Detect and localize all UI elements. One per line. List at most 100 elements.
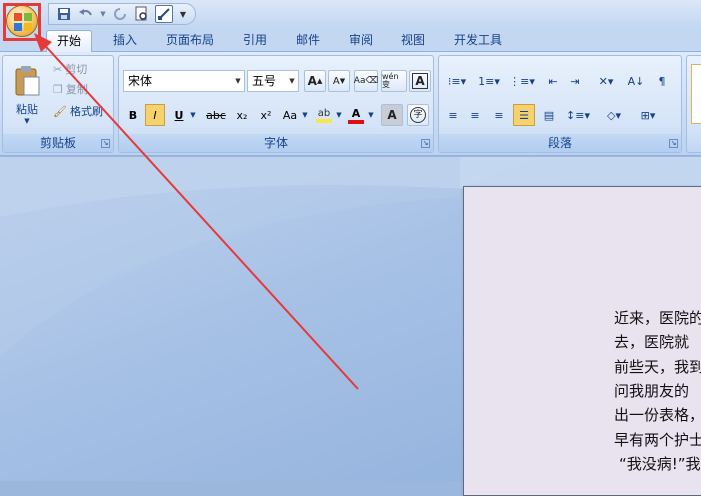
print-preview-icon[interactable] (133, 5, 151, 23)
font-launcher-icon[interactable]: ↘ (421, 139, 430, 148)
change-case-dropdown-icon[interactable]: ▼ (301, 104, 309, 126)
align-center-button[interactable]: ≡ (465, 104, 485, 126)
numbering-button[interactable]: 1≡▾ (475, 70, 503, 92)
paste-dropdown-icon[interactable]: ▼ (24, 117, 29, 125)
underline-dropdown-icon[interactable]: ▼ (189, 104, 197, 126)
align-right-button[interactable]: ≡ (489, 104, 509, 126)
draw-table-icon[interactable] (155, 5, 173, 23)
tab-home[interactable]: 开始 (46, 30, 93, 52)
char-shading-icon: A (387, 108, 397, 122)
tab-insert[interactable]: 插入 (103, 30, 147, 52)
customize-qat-icon[interactable]: ▼ (177, 5, 189, 23)
font-size-dropdown-icon[interactable]: ▼ (286, 71, 298, 91)
font-name-dropdown-icon[interactable]: ▼ (232, 71, 244, 91)
tab-references[interactable]: 引用 (233, 30, 277, 52)
char-border-icon: A (412, 73, 428, 89)
borders-button[interactable]: ⊞▾ (633, 104, 663, 126)
align-center-icon: ≡ (470, 108, 480, 122)
distributed-button[interactable]: ▤ (539, 104, 559, 126)
ribbon-tabs: 开始 插入 页面布局 引用 邮件 审阅 视图 开发工具 (0, 28, 701, 52)
document-page[interactable]: 近来，医院的 去，医院就 前些天，我到 问我朋友的 出一份表格， 早有两个护士 … (463, 186, 701, 496)
copy-button[interactable]: ❐ 复制 (53, 80, 88, 98)
strikethrough-button[interactable]: abc (203, 104, 229, 126)
sort-button[interactable]: A↓ (625, 70, 647, 92)
increase-indent-icon: ⇥ (570, 74, 580, 88)
font-group-label: 字体 (119, 134, 433, 152)
italic-button[interactable]: I (145, 104, 165, 126)
clear-format-icon: Aa⌫ (353, 76, 379, 86)
clear-format-button[interactable]: Aa⌫ (354, 70, 378, 92)
font-name-value: 宋体 (128, 74, 153, 88)
char-shading-button[interactable]: A (381, 104, 403, 126)
cut-button[interactable]: ✂ 剪切 (53, 60, 87, 78)
tab-mailings[interactable]: 邮件 (286, 30, 330, 52)
align-left-button[interactable]: ≡ (443, 104, 463, 126)
numbering-icon: 1≡▾ (478, 74, 500, 88)
phonetic-guide-icon: wén 变 (382, 72, 399, 89)
shrink-font-icon: A (332, 75, 340, 87)
tab-page-layout[interactable]: 页面布局 (156, 30, 224, 52)
grow-font-icon: A (307, 74, 317, 88)
brush-icon: 🖌 (53, 104, 67, 118)
copy-label: 复制 (65, 83, 88, 96)
bullets-button[interactable]: ⁝≡▾ (443, 70, 471, 92)
quick-access-toolbar: ▼ ▼ (48, 3, 196, 25)
highlight-dropdown-icon[interactable]: ▼ (335, 104, 343, 126)
bold-button[interactable]: B (123, 104, 143, 126)
format-painter-button[interactable]: 🖌 格式刷 (53, 102, 103, 120)
align-left-icon: ≡ (448, 108, 458, 122)
grow-font-button[interactable]: A ▲ (304, 70, 326, 92)
tab-review[interactable]: 审阅 (339, 30, 383, 52)
chinese-layout-icon: ✕▾ (598, 74, 614, 88)
highlight-button[interactable]: ab (313, 104, 335, 126)
paste-icon (15, 66, 40, 96)
font-color-bar (348, 119, 364, 124)
undo-icon[interactable] (77, 5, 95, 23)
justify-icon: ☰ (519, 108, 529, 122)
decrease-indent-button[interactable]: ⇤ (543, 70, 563, 92)
save-icon[interactable] (55, 5, 73, 23)
style-gallery-item[interactable] (691, 64, 701, 124)
undo-dropdown-icon[interactable]: ▼ (99, 5, 107, 23)
superscript-button[interactable]: x² (255, 104, 277, 126)
phonetic-guide-button[interactable]: wén 变 (381, 70, 407, 92)
font-group: 宋体 ▼ 五号 ▼ A ▲ A ▼ Aa⌫ wén 变 A B I U ▼ abc … (118, 55, 434, 153)
line-spacing-button[interactable]: ↕≡▾ (563, 104, 593, 126)
highlight-color-bar (316, 118, 332, 123)
multilevel-list-icon: ⋮≡▾ (509, 74, 535, 88)
underline-button[interactable]: U (169, 104, 189, 126)
align-right-icon: ≡ (494, 108, 504, 122)
redo-icon[interactable] (111, 5, 129, 23)
document-line: 近来，医院的 (614, 309, 701, 327)
decrease-indent-icon: ⇤ (548, 74, 558, 88)
change-case-button[interactable]: Aa (279, 104, 301, 126)
paste-button[interactable]: 粘贴 ▼ (7, 60, 47, 130)
font-name-combo[interactable]: 宋体 ▼ (123, 70, 245, 92)
clipboard-group-label: 剪贴板 (3, 134, 113, 152)
font-size-combo[interactable]: 五号 ▼ (247, 70, 299, 92)
increase-indent-button[interactable]: ⇥ (565, 70, 585, 92)
char-border-button[interactable]: A (409, 70, 431, 92)
shading-button[interactable]: ◇▾ (599, 104, 629, 126)
tab-developer[interactable]: 开发工具 (444, 30, 512, 52)
enclose-char-button[interactable]: 字 (407, 104, 429, 126)
chinese-layout-button[interactable]: ✕▾ (591, 70, 621, 92)
multilevel-list-button[interactable]: ⋮≡▾ (507, 70, 537, 92)
document-line: “我没病!”我 (619, 455, 701, 473)
font-color-dropdown-icon[interactable]: ▼ (367, 104, 375, 126)
paragraph-launcher-icon[interactable]: ↘ (669, 139, 678, 148)
justify-button[interactable]: ☰ (513, 104, 535, 126)
show-marks-button[interactable]: ¶ (651, 70, 673, 92)
clipboard-launcher-icon[interactable]: ↘ (101, 139, 110, 148)
tab-view[interactable]: 视图 (391, 30, 435, 52)
paint-bucket-icon: ◇▾ (607, 108, 621, 122)
paragraph-group-label: 段落 (439, 134, 681, 152)
font-size-value: 五号 (252, 74, 277, 88)
font-color-button[interactable]: A (345, 104, 367, 126)
shrink-font-button[interactable]: A ▼ (328, 70, 350, 92)
subscript-button[interactable]: x₂ (231, 104, 253, 126)
enclose-char-icon: 字 (410, 107, 426, 123)
cut-label: 剪切 (65, 63, 88, 76)
copy-icon: ❐ (53, 82, 63, 96)
ribbon: 粘贴 ▼ ✂ 剪切 ❐ 复制 🖌 格式刷 剪贴板 ↘ 宋体 ▼ 五号 ▼ A ▲ … (0, 52, 701, 156)
